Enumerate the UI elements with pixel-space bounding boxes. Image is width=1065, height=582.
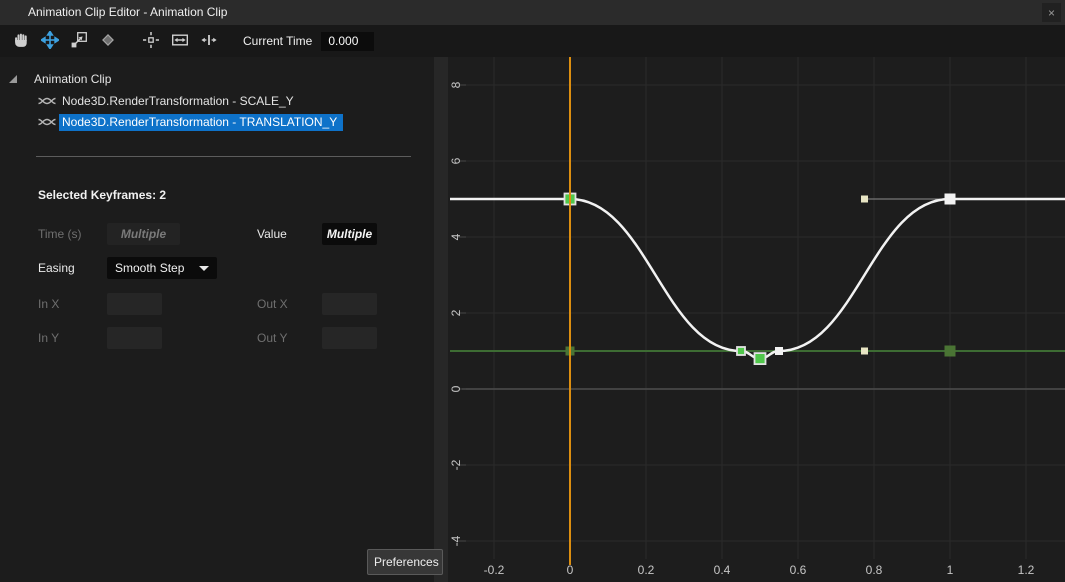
curve-editor[interactable]: -0.2 0 0.2 0.4 0.6 0.8 1 1.2 8 6 4 2 0 -2 -4 bbox=[448, 57, 1065, 582]
spread-keys-tool-button[interactable] bbox=[198, 30, 220, 52]
value-field[interactable]: Multiple bbox=[322, 223, 377, 245]
y-tick-label: 8 bbox=[449, 70, 463, 100]
x-tick-label: 0.6 bbox=[790, 563, 807, 577]
scale-tool-button[interactable] bbox=[68, 30, 90, 52]
fit-width-tool-button[interactable] bbox=[169, 30, 191, 52]
keyframe-diamond-icon bbox=[99, 31, 117, 52]
fit-width-icon bbox=[171, 31, 189, 52]
selected-keyframes-count: 2 bbox=[159, 188, 166, 202]
time-field[interactable]: Multiple bbox=[107, 223, 180, 245]
easing-value: Smooth Step bbox=[115, 261, 184, 275]
move-arrows-icon bbox=[41, 31, 59, 52]
x-tick-label: 0.8 bbox=[866, 563, 883, 577]
in-x-label: In X bbox=[38, 293, 59, 315]
spread-keys-icon bbox=[200, 31, 218, 52]
y-tick-label: 0 bbox=[449, 374, 463, 404]
panel-splitter[interactable] bbox=[434, 57, 448, 582]
y-tick-label: 2 bbox=[449, 298, 463, 328]
in-y-field[interactable] bbox=[107, 327, 162, 349]
tree-item-translation-y[interactable]: Node3D.RenderTransformation - TRANSLATIO… bbox=[38, 113, 343, 131]
scale-icon bbox=[70, 31, 88, 52]
tree-root-label: Animation Clip bbox=[34, 72, 111, 86]
titlebar: Animation Clip Editor - Animation Clip × bbox=[0, 0, 1065, 25]
keyframe-marker[interactable] bbox=[775, 347, 783, 355]
tangent-handle[interactable] bbox=[861, 348, 868, 355]
time-label: Time (s) bbox=[38, 223, 82, 245]
in-x-field[interactable] bbox=[107, 293, 162, 315]
x-tick-label: -0.2 bbox=[484, 563, 505, 577]
preferences-button[interactable]: Preferences bbox=[367, 549, 443, 575]
current-time-input[interactable] bbox=[321, 32, 374, 51]
left-panel: Animation Clip Node3D.RenderTransformati… bbox=[0, 57, 434, 582]
selected-keyframes-label: Selected Keyframes: bbox=[38, 188, 156, 202]
y-tick-label: -4 bbox=[449, 526, 463, 556]
in-y-label: In Y bbox=[38, 327, 59, 349]
curve-plot[interactable] bbox=[448, 57, 1065, 582]
value-label: Value bbox=[257, 223, 287, 245]
center-playhead-tool-button[interactable] bbox=[140, 30, 162, 52]
y-tick-label: -2 bbox=[449, 450, 463, 480]
hand-icon bbox=[12, 31, 30, 52]
y-tick-label: 4 bbox=[449, 222, 463, 252]
x-tick-label: 0.4 bbox=[714, 563, 731, 577]
selected-keyframes-header: Selected Keyframes: 2 bbox=[38, 188, 166, 202]
animation-curve[interactable] bbox=[450, 199, 1065, 359]
animation-clip-editor-window: Animation Clip Editor - Animation Clip × bbox=[0, 0, 1065, 582]
tree-node-animation-clip[interactable]: Animation Clip bbox=[8, 70, 111, 88]
window-title: Animation Clip Editor - Animation Clip bbox=[28, 0, 227, 25]
animation-curve-icon bbox=[38, 117, 56, 127]
y-tick-label: 6 bbox=[449, 146, 463, 176]
chevron-down-icon bbox=[199, 266, 209, 271]
tangent-handle[interactable] bbox=[861, 196, 868, 203]
keyframe-marker[interactable] bbox=[945, 346, 956, 357]
tree-item-label: Node3D.RenderTransformation - SCALE_Y bbox=[62, 94, 294, 108]
out-y-field[interactable] bbox=[322, 327, 377, 349]
divider bbox=[36, 156, 411, 157]
pan-tool-button[interactable] bbox=[10, 30, 32, 52]
x-tick-label: 0.2 bbox=[638, 563, 655, 577]
animation-curve-icon bbox=[38, 96, 56, 106]
keyframe-tool-button[interactable] bbox=[97, 30, 119, 52]
easing-label: Easing bbox=[38, 257, 75, 279]
keyframe-marker[interactable] bbox=[737, 347, 745, 355]
out-x-label: Out X bbox=[257, 293, 288, 315]
out-y-label: Out Y bbox=[257, 327, 287, 349]
tree-item-label-selected: Node3D.RenderTransformation - TRANSLATIO… bbox=[59, 114, 343, 131]
close-icon[interactable]: × bbox=[1042, 3, 1061, 22]
keyframe-marker[interactable] bbox=[945, 194, 956, 205]
x-tick-label: 1 bbox=[947, 563, 954, 577]
expander-triangle-icon[interactable] bbox=[8, 74, 18, 84]
x-tick-label: 0 bbox=[567, 563, 574, 577]
x-tick-label: 1.2 bbox=[1018, 563, 1035, 577]
current-time-label: Current Time bbox=[243, 34, 312, 48]
keyframe-marker[interactable] bbox=[755, 353, 766, 364]
center-crosshair-icon bbox=[142, 31, 160, 52]
move-tool-button[interactable] bbox=[39, 30, 61, 52]
toolbar: Current Time bbox=[0, 25, 1065, 57]
out-x-field[interactable] bbox=[322, 293, 377, 315]
tree-item-scale-y[interactable]: Node3D.RenderTransformation - SCALE_Y bbox=[38, 92, 294, 110]
easing-dropdown[interactable]: Smooth Step bbox=[107, 257, 217, 279]
